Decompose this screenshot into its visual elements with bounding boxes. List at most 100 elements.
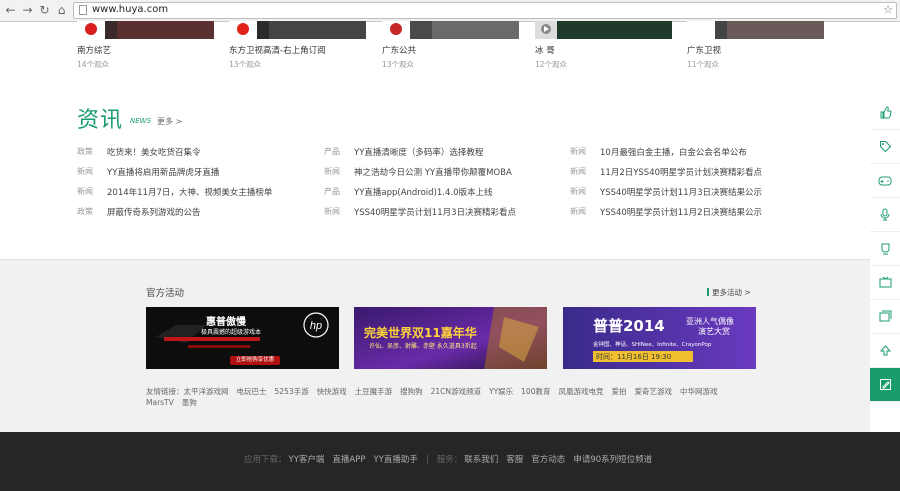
friend-link[interactable]: 爱奇艺游戏	[634, 387, 672, 396]
news-link[interactable]: 2014年11月7日，大神、视频美女主播榜单	[107, 186, 272, 198]
footer-link[interactable]: 申请90系列短位频道	[573, 455, 652, 465]
home-icon[interactable]: ⌂	[54, 2, 69, 18]
friend-link[interactable]: 凤凰游戏电竞	[558, 387, 603, 396]
video-thumbnail-image	[229, 21, 366, 39]
video-thumbnail-image	[77, 21, 214, 39]
video-thumbnail[interactable]	[535, 21, 672, 39]
friend-links: 友情链接：太平洋游戏网 电玩巴士 5253手游 快快游戏 土豆魔手游 搜狗狗 21CN游戏频…	[146, 386, 756, 408]
activities-more-link[interactable]: 更多活动 >	[707, 287, 751, 298]
friend-links-label: 友情链接：	[146, 387, 184, 396]
footer-links: 应用下载： YY客户端 直播APP YY直播助手 | 服务： 联系我们 客服 官方动态 申请90系…	[244, 453, 660, 465]
activity-banner[interactable]: hp 惠普傲慢 极具震撼的超级游戏本 立即抢购享优惠	[146, 307, 339, 369]
video-thumbnail[interactable]	[687, 21, 824, 39]
news-link[interactable]: 11月2日YSS40明星学员计划决赛精彩看点	[600, 166, 762, 178]
news-section-title: 资讯	[77, 108, 124, 133]
cup-icon[interactable]	[870, 232, 900, 266]
video-thumbnail[interactable]	[229, 21, 366, 39]
video-caption[interactable]: 东方卫视高清-右上角订阅	[229, 44, 326, 56]
news-tag: 新闻	[324, 167, 340, 176]
video-thumbnail[interactable]	[77, 21, 214, 39]
friend-link[interactable]: 100教育	[521, 387, 550, 396]
edit-icon[interactable]	[870, 368, 900, 402]
news-link[interactable]: 屏蔽传奇系列游戏的公告	[107, 206, 201, 218]
news-link[interactable]: YY直播app(Android)1.4.0版本上线	[354, 186, 493, 198]
footer-link[interactable]: 直播APP	[332, 455, 365, 465]
news-tag: 政策	[77, 207, 93, 216]
friend-link[interactable]: 5253手游	[275, 387, 309, 396]
video-thumbnail[interactable]	[382, 21, 519, 39]
viewer-count: 13个观众	[229, 60, 262, 69]
video-thumbnail-image	[687, 21, 824, 39]
address-text[interactable]: www.huya.com	[92, 4, 168, 15]
news-section-subtitle: NEWS	[130, 117, 152, 125]
tag-icon[interactable]	[870, 130, 900, 164]
news-tag: 新闻	[324, 207, 340, 216]
video-caption[interactable]: 南方综艺	[77, 44, 111, 56]
footer-link[interactable]: 客服	[506, 455, 523, 465]
footer-link[interactable]: 官方动态	[531, 455, 565, 465]
banner-headline: 惠普傲慢	[206, 317, 246, 328]
video-thumbnail-image	[535, 21, 672, 39]
back-icon[interactable]: ←	[3, 2, 18, 18]
footer-download-label: 应用下载：	[244, 455, 287, 465]
news-tag: 新闻	[570, 187, 586, 196]
news-link[interactable]: YSS40明星学员计划11月2日决赛结果公示	[600, 206, 762, 218]
friend-link[interactable]: 21CN游戏频道	[431, 387, 481, 396]
activities-title: 官方活动	[146, 288, 185, 299]
arrow-up-icon[interactable]	[870, 334, 900, 368]
footer-link[interactable]: YY客户端	[289, 455, 325, 465]
friend-link[interactable]: 快快游戏	[317, 387, 347, 396]
reload-icon[interactable]: ↻	[37, 2, 52, 18]
news-tag: 产品	[324, 187, 340, 196]
news-more-link[interactable]: 更多 >	[157, 116, 182, 127]
bookmark-star-icon[interactable]: ☆	[883, 3, 893, 16]
banner-subtitle: 极具震撼的超级游戏本	[201, 329, 262, 336]
friend-link[interactable]: MarsTV	[146, 398, 174, 407]
friend-link[interactable]: 土豆魔手游	[355, 387, 393, 396]
friend-link[interactable]: 太平洋游戏网	[184, 387, 229, 396]
friend-link[interactable]: 电玩巴士	[237, 387, 267, 396]
forward-icon[interactable]: →	[20, 2, 35, 18]
microphone-icon[interactable]	[870, 198, 900, 232]
news-tag: 产品	[324, 147, 340, 156]
friend-link[interactable]: 爱拍	[611, 387, 626, 396]
news-tag: 新闻	[570, 167, 586, 176]
address-bar[interactable]: www.huya.com ☆	[73, 2, 897, 19]
news-tag: 新闻	[77, 187, 93, 196]
footer-divider: |	[425, 455, 429, 465]
banner-subtitle: 许仙、吴彦、射雕、赤壁 永久道具3折起	[369, 343, 477, 350]
thumbs-up-icon[interactable]	[870, 96, 900, 130]
video-caption[interactable]: 广东公共	[382, 44, 416, 56]
news-link[interactable]: 吃货来！美女吃货召集令	[107, 146, 201, 158]
activity-banner[interactable]: 普普2014 亚洲人气偶像 演艺大赏 金钟国、神话、SHINee、Infinit…	[563, 307, 756, 369]
news-link[interactable]: YY直播将启用新品牌虎牙直播	[107, 166, 219, 178]
banner-time: 时间：11月16日 19:30	[596, 353, 672, 361]
banner-headline: 普普2014	[593, 317, 665, 335]
banner-cta-button[interactable]: 立即抢购享优惠	[230, 356, 280, 365]
news-link[interactable]: YY直播清晰度（多码率）选择教程	[354, 146, 483, 158]
news-tag: 新闻	[570, 207, 586, 216]
activity-banner[interactable]: 完美世界双11嘉年华 许仙、吴彦、射雕、赤壁 永久道具3折起	[354, 307, 547, 369]
friend-link[interactable]: 中华网游戏	[680, 387, 718, 396]
video-caption[interactable]: 冰 哥	[535, 44, 555, 56]
video-caption[interactable]: 广东卫视	[687, 44, 721, 56]
video-thumbnail-image	[382, 21, 519, 39]
news-link[interactable]: YSS40明星学员计划11月3日决赛精彩看点	[354, 206, 516, 218]
viewer-count: 13个观众	[382, 60, 415, 69]
cards-icon[interactable]	[870, 300, 900, 334]
tv-icon[interactable]	[870, 266, 900, 300]
gamepad-icon[interactable]	[870, 164, 900, 198]
friend-link[interactable]: YY娱乐	[489, 387, 513, 396]
browser-toolbar: ← → ↻ ⌂ www.huya.com ☆	[0, 0, 900, 22]
footer-link[interactable]: 联系我们	[464, 455, 498, 465]
page-icon	[79, 5, 87, 15]
news-link[interactable]: 神之浩劫今日公测 YY直播带你颠覆MOBA	[354, 166, 512, 178]
footer-link[interactable]: YY直播助手	[373, 455, 417, 465]
news-link[interactable]: 10月最强白金主播，白金公会名单公布	[600, 146, 747, 158]
friend-link[interactable]: 墨狗	[182, 398, 197, 407]
news-link[interactable]: YSS40明星学员计划11月3日决赛结果公示	[600, 186, 762, 198]
news-tag: 新闻	[570, 147, 586, 156]
friend-link[interactable]: 搜狗狗	[400, 387, 423, 396]
banner-headline: 完美世界双11嘉年华	[364, 326, 477, 340]
news-tag: 新闻	[77, 167, 93, 176]
